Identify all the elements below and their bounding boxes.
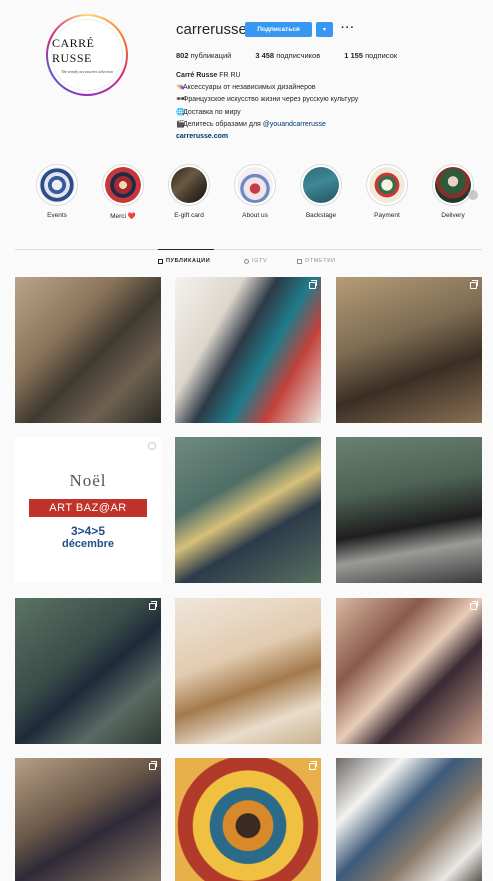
carousel-icon	[309, 761, 317, 770]
story-highlights: Events Merci ❤️ E-gift card About us Bac…	[28, 164, 488, 224]
post-thumbnail[interactable]: Noël ART BAZ@AR 3>4>5 décembre	[15, 437, 161, 583]
suggestions-dropdown-button[interactable]: ▾	[316, 22, 333, 37]
carousel-icon	[149, 601, 157, 610]
highlight-merci[interactable]: Merci ❤️	[94, 164, 152, 220]
bio-line: 🕶Французское искусство жизни через русск…	[176, 94, 476, 106]
post-thumbnail[interactable]	[15, 277, 161, 423]
profile-username: carrerusse	[176, 21, 247, 38]
post-thumbnail[interactable]	[175, 598, 321, 744]
carousel-icon	[470, 280, 478, 289]
carousel-icon	[309, 280, 317, 289]
tag-icon	[297, 258, 302, 264]
highlight-cover	[39, 167, 75, 203]
highlight-cover	[171, 167, 207, 203]
website-link[interactable]: carrerusse.com	[176, 131, 476, 143]
stat-following[interactable]: 1 155 подписок	[344, 51, 397, 60]
post-thumbnail[interactable]	[175, 758, 321, 881]
flags-text: FR RU	[219, 72, 241, 79]
glasses-icon: 🕶	[176, 96, 185, 104]
noel-title: Noël	[69, 470, 107, 490]
logo-subtitle: The trendy accessories selection	[61, 69, 113, 74]
tab-posts[interactable]: ПУБЛИКАЦИИ	[158, 258, 210, 264]
highlight-cover	[435, 167, 471, 203]
highlight-events[interactable]: Events	[28, 164, 86, 219]
bio-line: 🎬Делитесь образами для @youandcarrerusse	[176, 119, 476, 131]
stat-followers[interactable]: 3 458 подписчиков	[255, 51, 320, 60]
post-thumbnail[interactable]	[336, 758, 482, 881]
brand-logo: CARRÉ RUSSE The trendy accessories selec…	[51, 19, 123, 91]
profile-stats: 802 публикаций 3 458 подписчиков 1 155 п…	[176, 51, 397, 60]
profile-header: CARRÉ RUSSE The trendy accessories selec…	[0, 0, 493, 150]
grid-icon	[158, 258, 163, 264]
bio-line: 👒Аксессуары от независимых дизайнеров	[176, 82, 476, 94]
highlight-cover	[237, 167, 273, 203]
noel-month: décembre	[62, 537, 114, 550]
chevron-down-icon: ▾	[322, 27, 326, 33]
globe-icon: 🌐	[176, 108, 185, 116]
clapper-icon: 🎬	[176, 120, 185, 128]
noel-dates: 3>4>5	[70, 523, 106, 538]
carousel-icon	[149, 761, 157, 770]
post-thumbnail[interactable]	[175, 277, 321, 423]
carousel-icon	[470, 601, 478, 610]
tab-tagged[interactable]: ОТМЕТКИ	[297, 258, 336, 264]
tab-igtv[interactable]: IGTV	[244, 258, 267, 264]
highlight-e-gift-card[interactable]: E-gift card	[160, 164, 218, 219]
hat-icon: 👒	[176, 84, 185, 92]
highlight-backstage[interactable]: Backstage	[292, 164, 350, 219]
mention-link[interactable]: @youandcarrerusse	[263, 121, 326, 128]
stat-posts: 802 публикаций	[176, 51, 232, 60]
post-thumbnail[interactable]	[175, 437, 321, 583]
follow-button[interactable]: Подписаться	[245, 22, 312, 37]
video-icon	[148, 442, 156, 450]
igtv-icon	[244, 258, 249, 264]
highlight-payment[interactable]: Payment	[358, 164, 416, 219]
noel-banner: ART BAZ@AR	[29, 498, 147, 517]
more-options-button[interactable]: ···	[341, 22, 355, 34]
highlight-cover	[105, 167, 141, 203]
highlight-cover	[303, 167, 339, 203]
highlight-cover	[369, 167, 405, 203]
profile-bio: Carré Russe FR RU 👒Аксессуары от независ…	[176, 70, 476, 143]
bio-line: 🌐Доставка по миру	[176, 107, 476, 119]
post-thumbnail[interactable]	[336, 437, 482, 583]
post-thumbnail[interactable]	[336, 277, 482, 423]
highlights-next-arrow[interactable]	[468, 190, 478, 200]
active-tab-indicator	[158, 249, 214, 250]
tabs-divider	[15, 249, 482, 250]
highlight-about-us[interactable]: About us	[226, 164, 284, 219]
logo-text: CARRÉ RUSSE	[52, 36, 95, 65]
profile-avatar[interactable]: CARRÉ RUSSE The trendy accessories selec…	[46, 14, 128, 96]
bio-name: Carré Russe FR RU	[176, 72, 241, 79]
post-thumbnail[interactable]	[15, 598, 161, 744]
post-thumbnail[interactable]	[336, 598, 482, 744]
post-thumbnail[interactable]	[15, 758, 161, 881]
